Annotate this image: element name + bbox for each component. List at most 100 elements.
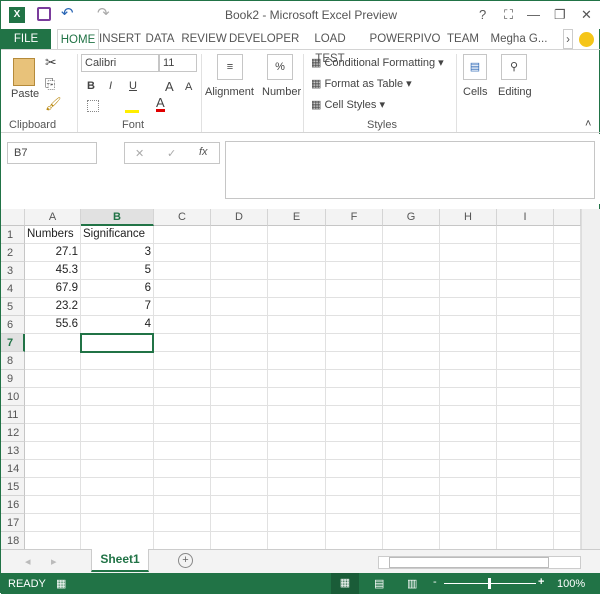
cell[interactable] bbox=[268, 406, 326, 424]
cell[interactable] bbox=[81, 352, 154, 370]
cell[interactable] bbox=[25, 406, 81, 424]
cell[interactable] bbox=[268, 370, 326, 388]
cell[interactable] bbox=[81, 460, 154, 478]
cell[interactable] bbox=[326, 514, 383, 532]
cell[interactable] bbox=[326, 370, 383, 388]
close-button[interactable]: ✕ bbox=[581, 7, 592, 23]
cell[interactable] bbox=[268, 460, 326, 478]
cell[interactable] bbox=[25, 532, 81, 550]
page-layout-view-icon[interactable]: ▤ bbox=[374, 577, 384, 590]
normal-view-icon[interactable]: ▦ bbox=[331, 573, 359, 594]
paste-icon[interactable] bbox=[13, 58, 35, 86]
cell[interactable] bbox=[440, 478, 497, 496]
cells-icon[interactable]: ▤ bbox=[463, 54, 487, 80]
cell[interactable] bbox=[211, 334, 268, 352]
cell[interactable] bbox=[154, 316, 211, 334]
cell[interactable]: 7 bbox=[81, 298, 154, 316]
cell[interactable] bbox=[554, 514, 581, 532]
tab-powerpivot[interactable]: POWERPIVO bbox=[369, 29, 441, 49]
row-header[interactable]: 12 bbox=[1, 424, 25, 442]
cell[interactable] bbox=[268, 532, 326, 550]
cell[interactable] bbox=[326, 424, 383, 442]
find-binoculars-icon[interactable]: ⚲ bbox=[501, 54, 527, 80]
cell[interactable] bbox=[211, 352, 268, 370]
cell[interactable] bbox=[211, 478, 268, 496]
cell[interactable] bbox=[554, 496, 581, 514]
cell[interactable] bbox=[440, 388, 497, 406]
vertical-scrollbar[interactable] bbox=[581, 209, 600, 549]
cell[interactable] bbox=[268, 514, 326, 532]
cell[interactable] bbox=[383, 298, 440, 316]
alignment-icon[interactable]: ≡ bbox=[217, 54, 243, 80]
cell[interactable] bbox=[25, 514, 81, 532]
cell[interactable] bbox=[25, 424, 81, 442]
cell[interactable]: Significance bbox=[81, 226, 154, 244]
zoom-out-button[interactable]: - bbox=[433, 576, 437, 588]
next-sheet-icon[interactable]: ▸ bbox=[51, 555, 57, 568]
help-icon[interactable]: ? bbox=[479, 7, 486, 22]
cell[interactable] bbox=[268, 352, 326, 370]
add-sheet-button[interactable]: + bbox=[178, 553, 193, 568]
cell[interactable] bbox=[268, 388, 326, 406]
column-header[interactable]: F bbox=[326, 209, 383, 226]
cell[interactable] bbox=[211, 316, 268, 334]
cell[interactable] bbox=[554, 532, 581, 550]
cell[interactable] bbox=[497, 388, 554, 406]
cell[interactable] bbox=[154, 244, 211, 262]
cell[interactable] bbox=[268, 334, 326, 352]
cell[interactable] bbox=[497, 442, 554, 460]
cell[interactable] bbox=[383, 460, 440, 478]
cell[interactable] bbox=[154, 532, 211, 550]
column-header[interactable]: G bbox=[383, 209, 440, 226]
cell[interactable] bbox=[326, 262, 383, 280]
cell[interactable] bbox=[81, 424, 154, 442]
column-header[interactable]: C bbox=[154, 209, 211, 226]
cell[interactable] bbox=[440, 244, 497, 262]
cell[interactable] bbox=[440, 226, 497, 244]
cell[interactable] bbox=[211, 496, 268, 514]
cell[interactable] bbox=[211, 532, 268, 550]
font-name-select[interactable]: Calibri bbox=[81, 54, 159, 72]
row-header[interactable]: 17 bbox=[1, 514, 25, 532]
cell[interactable] bbox=[25, 442, 81, 460]
ribbon-display-icon[interactable]: ⛶ bbox=[504, 7, 513, 23]
undo-icon[interactable]: ↶ bbox=[61, 4, 74, 22]
italic-button[interactable]: I bbox=[109, 80, 112, 92]
cell[interactable] bbox=[268, 262, 326, 280]
cell[interactable] bbox=[268, 316, 326, 334]
cell[interactable]: 27.1 bbox=[25, 244, 81, 262]
grow-font-button[interactable]: A bbox=[165, 79, 174, 94]
cell[interactable] bbox=[554, 442, 581, 460]
cell[interactable] bbox=[326, 244, 383, 262]
user-account[interactable]: Megha G... bbox=[489, 29, 549, 49]
cell[interactable] bbox=[497, 496, 554, 514]
cell[interactable] bbox=[383, 406, 440, 424]
tab-developer[interactable]: DEVELOPER bbox=[229, 29, 299, 49]
cell[interactable]: 4 bbox=[81, 316, 154, 334]
format-as-table-button[interactable]: ▦ Format as Table ▾ bbox=[311, 77, 412, 90]
cell[interactable] bbox=[554, 460, 581, 478]
borders-icon[interactable] bbox=[87, 100, 99, 112]
row-header[interactable]: 18 bbox=[1, 532, 25, 550]
cell[interactable] bbox=[81, 442, 154, 460]
row-header[interactable]: 13 bbox=[1, 442, 25, 460]
column-header[interactable] bbox=[554, 209, 581, 226]
cell[interactable] bbox=[326, 406, 383, 424]
cell[interactable] bbox=[554, 478, 581, 496]
macro-record-icon[interactable]: ▦ bbox=[56, 577, 66, 590]
cell[interactable] bbox=[440, 280, 497, 298]
cell[interactable] bbox=[440, 442, 497, 460]
save-icon[interactable] bbox=[37, 7, 51, 21]
cell[interactable] bbox=[25, 478, 81, 496]
cell[interactable] bbox=[268, 442, 326, 460]
zoom-level[interactable]: 100% bbox=[557, 578, 585, 590]
column-header[interactable]: B bbox=[81, 209, 154, 226]
row-header[interactable]: 15 bbox=[1, 478, 25, 496]
cell[interactable] bbox=[154, 388, 211, 406]
cell[interactable] bbox=[554, 226, 581, 244]
cell[interactable] bbox=[25, 460, 81, 478]
cell[interactable] bbox=[383, 352, 440, 370]
scroll-tabs-right-icon[interactable]: › bbox=[563, 29, 573, 49]
copy-icon[interactable]: ⎘ bbox=[45, 76, 55, 92]
cell[interactable] bbox=[554, 388, 581, 406]
